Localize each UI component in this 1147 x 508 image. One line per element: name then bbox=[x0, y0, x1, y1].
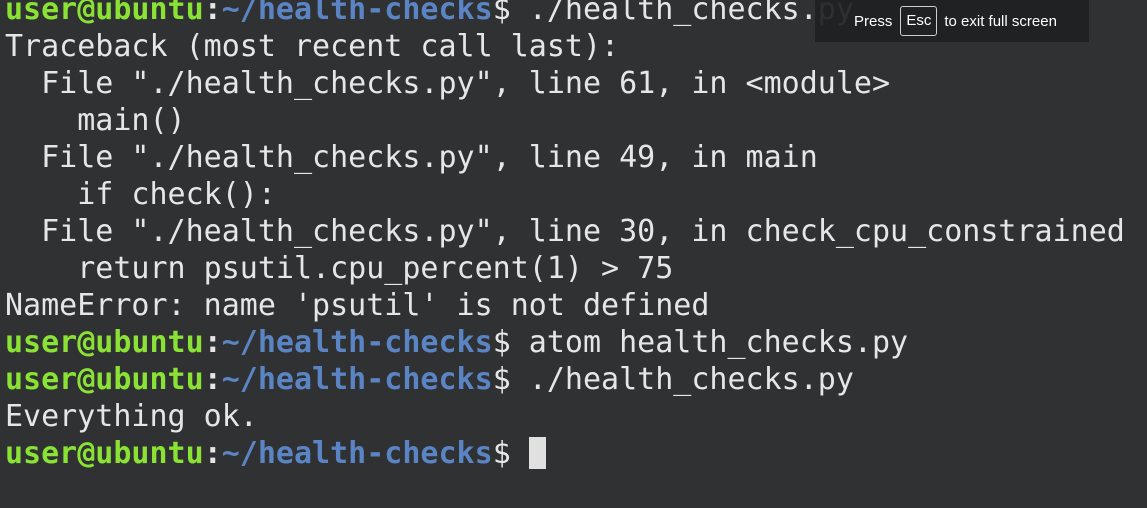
text-cursor bbox=[528, 437, 546, 469]
output-line: File "./health_checks.py", line 61, in <… bbox=[5, 66, 891, 101]
output-line: main() bbox=[5, 103, 186, 138]
command-text: ./health_checks.py bbox=[510, 0, 854, 27]
prompt-user: user@ubuntu bbox=[5, 436, 204, 471]
active-prompt-line[interactable]: user@ubuntu:~/health-checks$ bbox=[5, 435, 1125, 472]
prompt-colon: : bbox=[203, 436, 222, 471]
prompt-path: ~/health-checks bbox=[221, 325, 493, 360]
prompt-path: ~/health-checks bbox=[221, 0, 493, 27]
prompt-line: user@ubuntu:~/health-checks$ ./health_ch… bbox=[5, 361, 1125, 398]
prompt-line: user@ubuntu:~/health-checks$ atom health… bbox=[5, 324, 1125, 361]
hint-suffix-label: to exit full screen bbox=[944, 12, 1057, 30]
prompt-path: ~/health-checks bbox=[221, 362, 493, 397]
prompt-user: user@ubuntu bbox=[5, 0, 204, 27]
terminal-output: user@ubuntu:~/health-checks$ ./health_ch… bbox=[5, 0, 1125, 472]
esc-key-badge: Esc bbox=[900, 6, 938, 36]
command-text: atom health_checks.py bbox=[510, 325, 909, 360]
prompt-dollar: $ bbox=[492, 325, 511, 360]
prompt-colon: : bbox=[203, 325, 222, 360]
prompt-path: ~/health-checks bbox=[221, 436, 493, 471]
prompt-dollar: $ bbox=[492, 362, 511, 397]
prompt-user: user@ubuntu bbox=[5, 325, 204, 360]
output-line: return psutil.cpu_percent(1) > 75 bbox=[5, 251, 674, 286]
command-text: ./health_checks.py bbox=[510, 362, 854, 397]
command-input[interactable] bbox=[511, 436, 529, 471]
prompt-dollar: $ bbox=[492, 436, 511, 471]
error-line: NameError: name 'psutil' is not defined bbox=[5, 288, 710, 323]
output-line: File "./health_checks.py", line 30, in c… bbox=[5, 214, 1125, 249]
prompt-colon: : bbox=[203, 0, 222, 27]
output-line: File "./health_checks.py", line 49, in m… bbox=[5, 140, 818, 175]
output-line: if check(): bbox=[5, 177, 276, 212]
hint-press-label: Press bbox=[854, 12, 893, 30]
prompt-colon: : bbox=[203, 362, 222, 397]
prompt-user: user@ubuntu bbox=[5, 362, 204, 397]
fullscreen-exit-hint: Press Esc to exit full screen bbox=[815, 0, 1089, 42]
terminal-window[interactable]: user@ubuntu:~/health-checks$ ./health_ch… bbox=[0, 0, 1147, 508]
output-line: Everything ok. bbox=[5, 399, 258, 434]
prompt-dollar: $ bbox=[492, 0, 511, 27]
